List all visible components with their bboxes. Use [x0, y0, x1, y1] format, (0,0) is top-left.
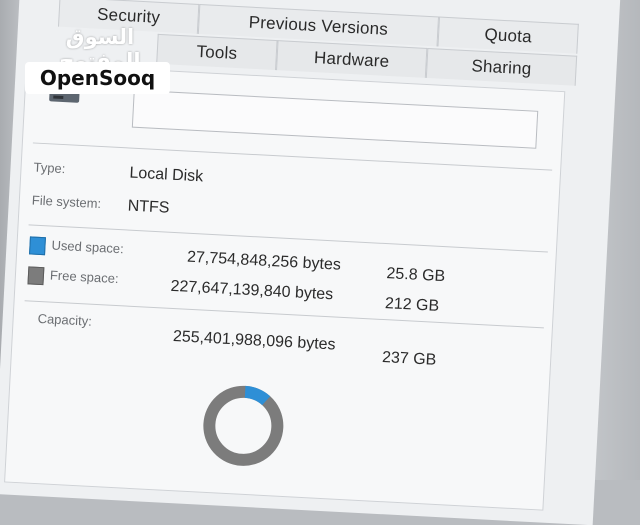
tab-quota[interactable]: Quota: [437, 16, 579, 54]
general-tab-panel: Type: Local Disk File system: NTFS Used …: [4, 62, 566, 511]
free-space-label: Free space:: [49, 267, 119, 287]
free-space-ring: [203, 385, 284, 466]
tab-hardware[interactable]: Hardware: [276, 40, 428, 78]
used-space-bytes: 27,754,848,256 bytes: [186, 248, 342, 274]
watermark-latin-text: OpenSooq: [25, 62, 170, 94]
capacity-label: Capacity:: [37, 310, 93, 329]
separator: [24, 300, 544, 329]
free-space-bytes: 227,647,139,840 bytes: [170, 277, 334, 304]
tab-sharing[interactable]: Sharing: [425, 47, 578, 86]
used-space-label: Used space:: [51, 237, 125, 257]
drive-name-input[interactable]: [131, 89, 539, 149]
type-value: Local Disk: [128, 164, 204, 186]
separator: [32, 142, 553, 171]
free-space-gb: 212 GB: [384, 295, 440, 315]
capacity-donut-chart: [203, 385, 284, 466]
file-system-label: File system:: [31, 192, 102, 212]
used-space-gb: 25.8 GB: [386, 265, 446, 286]
opensooq-watermark: السوق المفتوح OpenSooq: [25, 25, 175, 100]
free-space-swatch: [27, 266, 45, 286]
type-label: Type:: [33, 159, 66, 177]
file-system-value: NTFS: [127, 197, 170, 217]
capacity-bytes: 255,401,988,096 bytes: [172, 328, 336, 354]
used-space-swatch: [29, 236, 46, 256]
capacity-gb: 237 GB: [381, 349, 437, 369]
